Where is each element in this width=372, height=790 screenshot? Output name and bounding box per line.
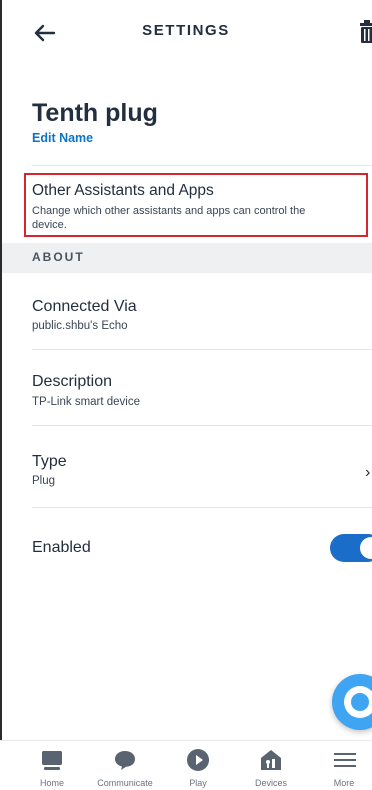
nav-label-play: Play bbox=[189, 778, 207, 788]
chevron-right-icon: › bbox=[365, 464, 371, 481]
edit-name-link[interactable]: Edit Name bbox=[32, 131, 93, 145]
nav-label-more: More bbox=[333, 778, 355, 788]
divider bbox=[32, 425, 372, 426]
type-value: Plug bbox=[32, 475, 56, 487]
left-edge-border bbox=[0, 0, 2, 789]
home-icon bbox=[42, 751, 62, 770]
bottom-nav: Home Communicate Play Devices More bbox=[0, 740, 372, 790]
nav-label-communicate: Communicate bbox=[97, 778, 153, 788]
divider bbox=[32, 349, 372, 350]
other-assistants-subtitle-line2: device. bbox=[32, 219, 67, 231]
other-assistants-title: Other Assistants and Apps bbox=[32, 182, 214, 199]
connected-via-title: Connected Via bbox=[32, 298, 137, 315]
menu-icon bbox=[334, 753, 356, 767]
about-section-label: ABOUT bbox=[32, 250, 85, 264]
divider bbox=[32, 165, 372, 166]
alexa-button[interactable] bbox=[332, 674, 372, 730]
enabled-label: Enabled bbox=[32, 539, 91, 556]
description-title: Description bbox=[32, 373, 113, 390]
enabled-toggle[interactable] bbox=[330, 534, 372, 562]
chat-bubble-icon bbox=[115, 751, 135, 770]
trash-icon[interactable] bbox=[358, 20, 372, 44]
play-icon bbox=[187, 749, 209, 771]
page-title: SETTINGS bbox=[142, 22, 230, 39]
alexa-ring-hole bbox=[351, 693, 369, 711]
nav-label-devices: Devices bbox=[254, 778, 287, 788]
divider bbox=[32, 507, 372, 508]
toggle-knob bbox=[360, 537, 372, 559]
other-assistants-subtitle-line1: Change which other assistants and apps c… bbox=[32, 205, 306, 217]
header-bar: SETTINGS bbox=[0, 0, 372, 66]
nav-label-home: Home bbox=[39, 778, 64, 788]
type-title: Type bbox=[32, 453, 67, 470]
device-name: Tenth plug bbox=[32, 99, 158, 127]
devices-house-icon bbox=[261, 750, 281, 770]
description-value: TP-Link smart device bbox=[32, 396, 141, 408]
connected-via-value: public.shbu's Echo bbox=[32, 320, 128, 332]
